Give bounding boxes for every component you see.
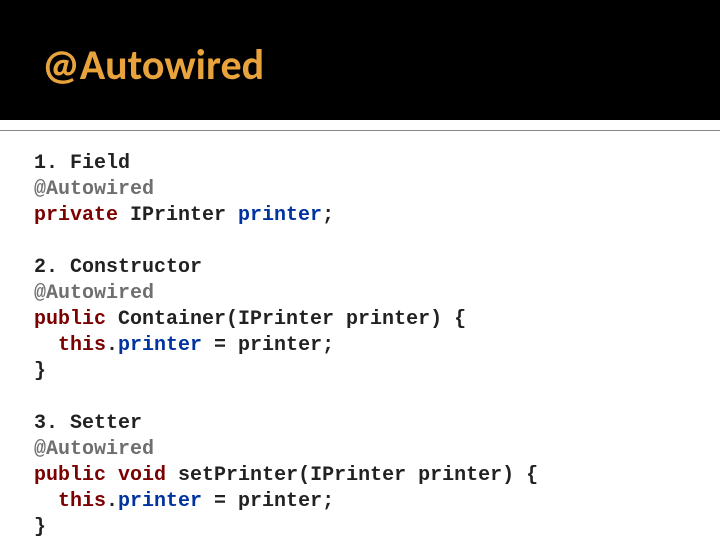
space-1 bbox=[106, 464, 118, 487]
type-iprinter-1: IPrinter bbox=[118, 204, 238, 227]
annotation-2: @Autowired bbox=[34, 282, 154, 305]
annotation-1: @Autowired bbox=[34, 178, 154, 201]
dot-1: . bbox=[106, 334, 118, 357]
semicolon-1: ; bbox=[322, 204, 334, 227]
slide-header: @Autowired bbox=[0, 0, 720, 120]
section-1-label: 1. Field bbox=[34, 152, 130, 175]
section-3-label: 3. Setter bbox=[34, 412, 142, 435]
modifier-public-1: public bbox=[34, 308, 106, 331]
section-2-label: 2. Constructor bbox=[34, 256, 202, 279]
modifier-public-2: public bbox=[34, 464, 106, 487]
annotation-3: @Autowired bbox=[34, 438, 154, 461]
close-brace-1: } bbox=[34, 360, 46, 383]
this-keyword-2: this bbox=[34, 490, 106, 513]
slide-title: @Autowired bbox=[42, 40, 264, 91]
field-ref-1: printer bbox=[118, 334, 202, 357]
close-brace-2: } bbox=[34, 516, 46, 539]
assign-2: = printer; bbox=[202, 490, 334, 513]
this-keyword-1: this bbox=[34, 334, 106, 357]
field-name-1: printer bbox=[238, 204, 322, 227]
modifier-private: private bbox=[34, 204, 118, 227]
assign-1: = printer; bbox=[202, 334, 334, 357]
constructor-sig: Container(IPrinter printer) { bbox=[106, 308, 466, 331]
dot-2: . bbox=[106, 490, 118, 513]
setter-sig: setPrinter(IPrinter printer) { bbox=[166, 464, 538, 487]
code-block: 1. Field @Autowired private IPrinter pri… bbox=[0, 131, 720, 540]
modifier-void: void bbox=[118, 464, 166, 487]
field-ref-2: printer bbox=[118, 490, 202, 513]
